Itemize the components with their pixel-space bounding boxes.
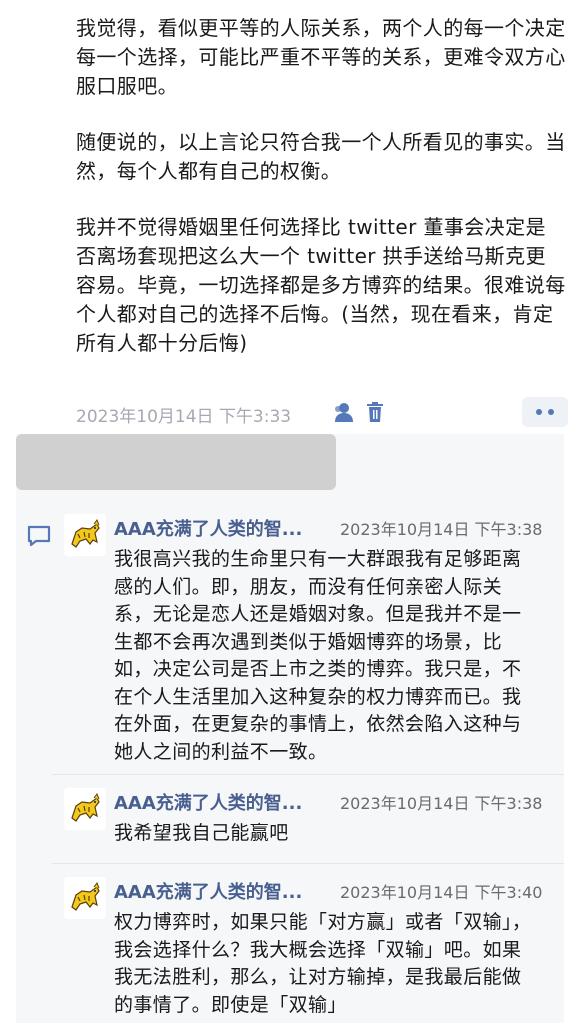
comment-author[interactable]: AAA充满了人类的智... [114, 789, 302, 815]
dot-icon [548, 409, 554, 415]
post-paragraph-2: 随便说的，以上言论只符合我一个人所看见的事实。当然，每个人都有自己的权衡。 [76, 130, 566, 183]
user-icon[interactable] [332, 400, 356, 424]
comment-author[interactable]: AAA充满了人类的智... [114, 878, 302, 904]
comment-section: AAA充满了人类的智... 2023年10月14日 下午3:38 我很高兴我的生… [16, 434, 564, 1023]
comment-input-placeholder[interactable] [16, 434, 336, 490]
comment-text: 权力博弈时，如果只能「对方赢」或者「双输」，我会选择什么？我大概会选择「双输」吧… [114, 911, 532, 1016]
avatar[interactable] [64, 788, 106, 830]
dot-icon [536, 409, 542, 415]
divider [52, 863, 564, 864]
post-timestamp: 2023年10月14日 下午3:33 [76, 407, 292, 427]
comment-time: 2023年10月14日 下午3:40 [340, 883, 543, 902]
comment-time: 2023年10月14日 下午3:38 [340, 520, 543, 539]
avatar[interactable] [64, 877, 106, 919]
divider [52, 774, 564, 775]
post-body: 我觉得，看似更平等的人际关系，两个人的每一个决定每一个选择，可能比严重不平等的关… [76, 14, 566, 385]
avatar[interactable] [64, 514, 106, 556]
comment-time: 2023年10月14日 下午3:38 [340, 794, 543, 813]
more-options-button[interactable] [522, 397, 568, 427]
post-card: 我觉得，看似更平等的人际关系，两个人的每一个决定每一个选择，可能比严重不平等的关… [0, 0, 580, 434]
trash-icon[interactable] [363, 400, 387, 424]
post-paragraph-3: 我并不觉得婚姻里任何选择比 twitter 董事会决定是否离场套现把这么大一个 … [76, 215, 566, 355]
comment-text: 我很高兴我的生命里只有一大群跟我有足够距离感的人们。即，朋友，而没有任何亲密人际… [114, 548, 522, 763]
comment-text: 我希望我自己能赢吧 [114, 822, 289, 844]
post-meta: 2023年10月14日 下午3:33 [76, 397, 568, 427]
comment-icon [26, 524, 52, 548]
post-paragraph-1: 我觉得，看似更平等的人际关系，两个人的每一个决定每一个选择，可能比严重不平等的关… [76, 16, 566, 98]
comment-author[interactable]: AAA充满了人类的智... [114, 515, 302, 541]
